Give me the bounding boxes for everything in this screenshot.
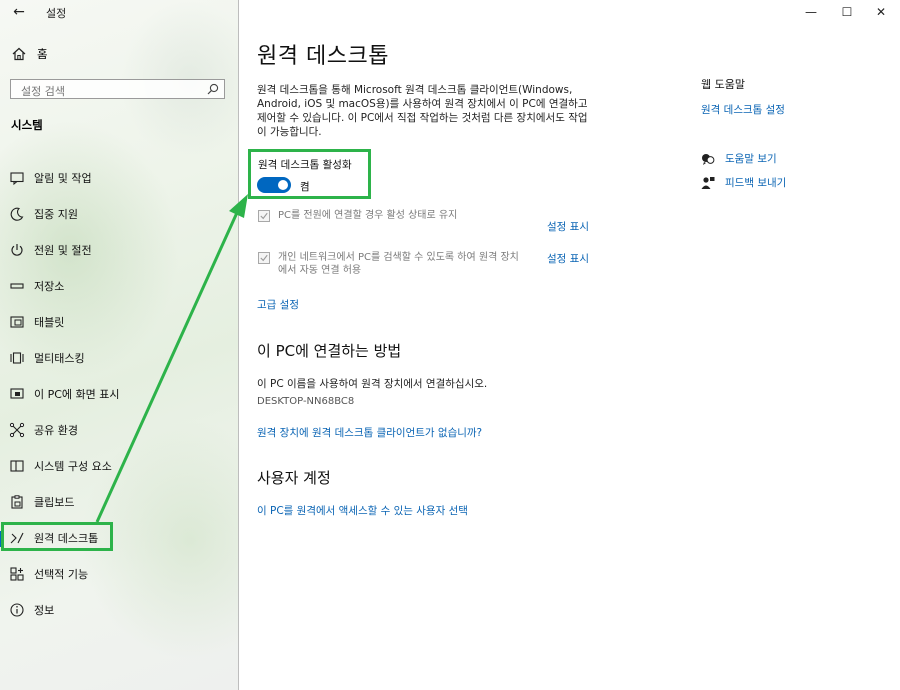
highlight-box-nav xyxy=(1,522,113,551)
section-title: 시스템 xyxy=(11,118,43,132)
discoverable-checkbox[interactable] xyxy=(258,252,270,264)
sidebar-item-notifications[interactable]: 알림 및 작업 xyxy=(0,163,239,193)
sidebar-item-label: 알림 및 작업 xyxy=(34,172,92,185)
checkmark-icon xyxy=(260,254,268,262)
back-button[interactable]: ← xyxy=(8,3,30,21)
sidebar-item-label: 태블릿 xyxy=(34,316,65,329)
help-heading: 웹 도움말 xyxy=(701,78,745,91)
feedback-icon xyxy=(701,176,715,189)
sidebar-item-label: 선택적 기능 xyxy=(34,568,89,581)
search-icon[interactable] xyxy=(206,82,220,96)
optional-features-icon xyxy=(10,567,24,581)
power-icon xyxy=(11,244,23,256)
search-input[interactable] xyxy=(11,82,201,101)
sidebar-item-label: 정보 xyxy=(34,604,55,617)
discoverable-text: 개인 네트워크에서 PC를 검색할 수 있도록 하여 원격 장치에서 자동 연결… xyxy=(278,252,519,276)
accounts-heading: 사용자 계정 xyxy=(257,469,331,487)
pc-name: DESKTOP-NN68BC8 xyxy=(257,396,355,407)
sidebar-item-label: 멀티태스킹 xyxy=(34,352,85,365)
notification-icon xyxy=(10,172,24,186)
sidebar-item-label: 이 PC에 화면 표시 xyxy=(34,388,120,401)
sidebar-item-label: 공유 환경 xyxy=(34,424,78,437)
sidebar-divider xyxy=(238,0,239,690)
sidebar-item-label: 집중 지원 xyxy=(34,208,78,221)
sidebar-item-projecting[interactable]: 이 PC에 화면 표시 xyxy=(0,379,239,409)
no-client-link[interactable]: 원격 장치에 원격 데스크톱 클라이언트가 없습니까? xyxy=(257,425,482,440)
chat-help-icon xyxy=(702,153,715,165)
app-title: 설정 xyxy=(46,7,67,20)
search-box[interactable] xyxy=(10,79,225,101)
sidebar-item-label: 시스템 구성 요소 xyxy=(34,460,112,473)
connect-instructions: 이 PC 이름을 사용하여 원격 장치에서 연결하십시오. xyxy=(257,378,488,390)
feedback-link[interactable]: 피드백 보내기 xyxy=(701,175,786,190)
select-users-link[interactable]: 이 PC를 원격에서 액세스할 수 있는 사용자 선택 xyxy=(257,503,468,518)
sidebar-item-storage[interactable]: 저장소 xyxy=(0,271,239,301)
sidebar-item-label: 클립보드 xyxy=(34,496,75,509)
sidebar-item-tablet[interactable]: 태블릿 xyxy=(0,307,239,337)
info-icon xyxy=(10,603,24,617)
sidebar-item-label: 저장소 xyxy=(34,280,65,293)
sidebar-item-shared-experiences[interactable]: 공유 환경 xyxy=(0,415,239,445)
page-title: 원격 데스크톱 xyxy=(257,44,389,69)
feedback-label: 피드백 보내기 xyxy=(725,177,787,189)
sidebar-item-optional-features[interactable]: 선택적 기능 xyxy=(0,559,239,589)
connect-heading: 이 PC에 연결하는 방법 xyxy=(257,342,402,360)
show-settings-link-1[interactable]: 설정 표시 xyxy=(547,219,589,234)
sidebar-item-clipboard[interactable]: 클립보드 xyxy=(0,487,239,517)
sidebar-item-multitasking[interactable]: 멀티태스킹 xyxy=(0,343,239,373)
sidebar-item-label: 전원 및 절전 xyxy=(34,244,92,257)
system-components-icon xyxy=(10,460,24,472)
keep-awake-text: PC를 전원에 연결할 경우 활성 상태로 유지 xyxy=(278,210,458,221)
multitasking-icon xyxy=(10,352,24,364)
get-help-label: 도움말 보기 xyxy=(725,153,777,165)
checkmark-icon xyxy=(260,212,268,220)
description-text: 원격 데스크톱을 통해 Microsoft 원격 데스크톱 클라이언트(Wind… xyxy=(257,84,588,138)
sidebar-item-focus-assist[interactable]: 집중 지원 xyxy=(0,199,239,229)
moon-icon xyxy=(10,207,24,221)
show-settings-link-2[interactable]: 설정 표시 xyxy=(547,251,589,266)
sidebar-item-about[interactable]: 정보 xyxy=(0,595,239,625)
home-nav-item[interactable]: 홈 xyxy=(11,44,48,64)
keep-awake-checkbox[interactable] xyxy=(258,210,270,222)
sidebar: ← 설정 홈 시스템 알림 및 작업 집중 지원 전 xyxy=(0,0,239,690)
setup-help-link[interactable]: 원격 데스크톱 설정 xyxy=(701,102,785,117)
sidebar-item-power-sleep[interactable]: 전원 및 절전 xyxy=(0,235,239,265)
main-content: 원격 데스크톱 원격 데스크톱을 통해 Microsoft 원격 데스크톱 클라… xyxy=(240,0,900,690)
get-help-link[interactable]: 도움말 보기 xyxy=(701,151,777,166)
tablet-icon xyxy=(10,316,24,328)
shared-experiences-icon xyxy=(9,422,25,438)
advanced-settings-link[interactable]: 고급 설정 xyxy=(257,297,299,312)
sidebar-item-system-components[interactable]: 시스템 구성 요소 xyxy=(0,451,239,481)
home-label: 홈 xyxy=(37,47,48,61)
projecting-icon xyxy=(10,388,24,399)
highlight-box-toggle xyxy=(248,149,371,199)
clipboard-icon xyxy=(11,495,23,509)
storage-icon xyxy=(10,283,24,289)
home-icon xyxy=(12,47,26,61)
